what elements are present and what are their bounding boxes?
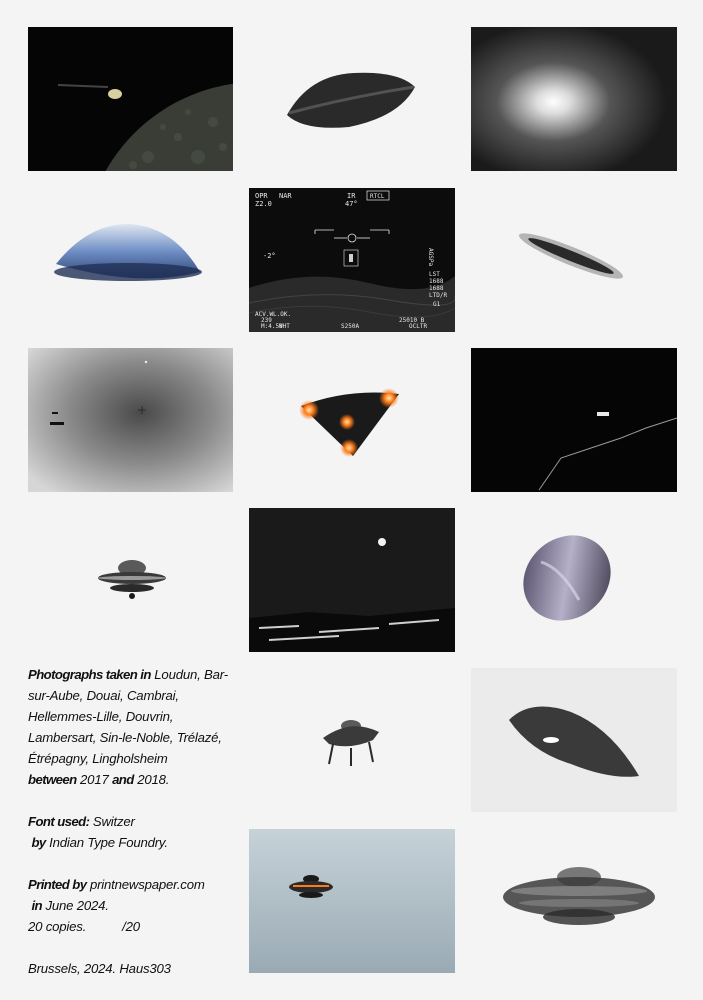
photo-small-saucer	[28, 508, 233, 652]
hud-v2: 1688	[429, 285, 444, 292]
photo-night-moon	[249, 508, 455, 652]
hud-mid: S250A	[341, 323, 359, 330]
hud-v1: 1688	[429, 278, 444, 285]
photo-gray-sky	[28, 348, 233, 492]
photo-glow	[471, 27, 677, 171]
colophon-font: Font used: Switzer by Indian Type Foundr…	[28, 811, 243, 853]
hud-top-left: OPR	[255, 192, 268, 200]
photo-saucer-dark	[249, 27, 455, 171]
hud-nar: NAR	[279, 192, 292, 200]
photo-night-trail	[471, 348, 677, 492]
hud-oclt: OCLTR	[409, 323, 427, 330]
hud-wht: WHT	[279, 323, 290, 330]
in-label: in	[31, 898, 42, 913]
photo-moon-craft	[28, 27, 233, 171]
hud-ir: IR	[347, 192, 356, 200]
hud-right-vert: AGSPa	[427, 248, 434, 266]
photo-violet-disc	[471, 508, 677, 652]
poster: OPR Z2.0 NAR IR RTCL 47° -2° AGSPa LST 1…	[0, 0, 703, 1000]
printer: printnewspaper.com	[89, 877, 205, 892]
copy-of: /20	[122, 919, 140, 934]
and-label: and	[112, 772, 134, 787]
print-date: June 2024.	[45, 898, 109, 913]
photo-cigar	[471, 188, 677, 332]
hud-lst: LST	[429, 271, 440, 278]
photo-grainy-blob	[471, 668, 677, 812]
hud-rtcl: RTCL	[370, 193, 385, 200]
copies: 20 copies.	[28, 919, 87, 934]
by-label: by	[31, 835, 46, 850]
colophon-printed: Printed by printnewspaper.com in June 20…	[28, 874, 243, 937]
photos-label: Photographs taken in	[28, 667, 151, 682]
year-to: 2018.	[137, 772, 170, 787]
footer: Brussels, 2024. Haus303	[28, 961, 171, 976]
hud-ltd: LTD/R	[429, 292, 447, 299]
photo-fur-cockpit: OPR Z2.0 NAR IR RTCL 47° -2° AGSPa LST 1…	[249, 188, 455, 332]
photo-triangle	[249, 348, 455, 492]
foundry: Indian Type Foundry.	[49, 835, 168, 850]
font-label: Font used:	[28, 814, 90, 829]
printed-label: Printed by	[28, 877, 87, 892]
photo-blue-dome	[28, 188, 233, 332]
hud-g1: G1	[433, 301, 441, 308]
year-from: 2017	[80, 772, 109, 787]
hud-left-mark: -2°	[263, 252, 276, 260]
hud-heading: 47°	[345, 200, 358, 208]
colophon-photographs: Photographs taken in Loudun, Bar-sur-Aub…	[28, 664, 243, 790]
photo-sky-saucer	[249, 829, 455, 973]
colophon: Photographs taken in Loudun, Bar-sur-Aub…	[28, 664, 243, 1000]
colophon-footer: Brussels, 2024. Haus303	[28, 958, 243, 979]
between-label: between	[28, 772, 77, 787]
hud-zoom: Z2.0	[255, 200, 272, 208]
font-name: Switzer	[92, 814, 135, 829]
photo-domed-saucer	[249, 668, 455, 812]
photo-blurry-saucer	[471, 829, 677, 973]
